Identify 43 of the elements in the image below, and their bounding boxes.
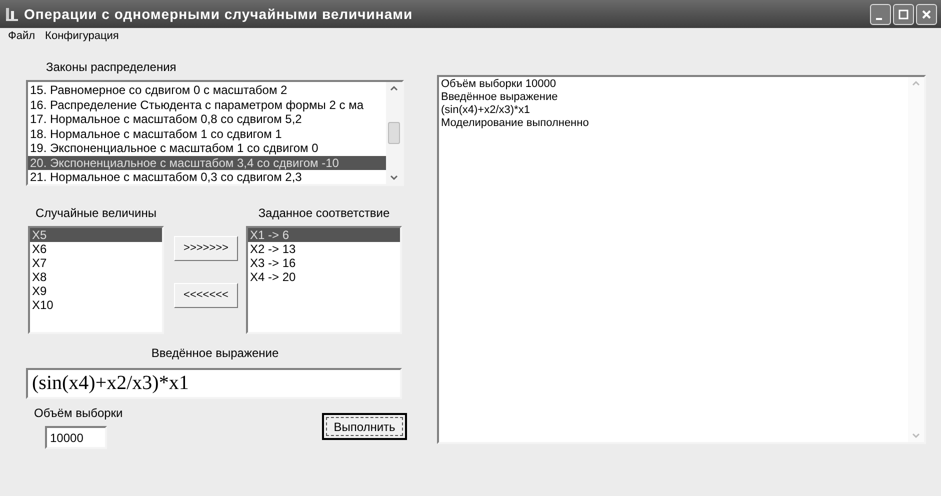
list-label: Заданное соответствие bbox=[258, 205, 390, 222]
list-item[interactable]: X2 -> 13 bbox=[248, 242, 400, 256]
expression-field[interactable]: (sin(x4)+x2/x3)*x1 bbox=[26, 368, 402, 399]
expression-label: Введённое выражение bbox=[151, 345, 279, 362]
close-button[interactable] bbox=[916, 4, 937, 24]
list-label: Законы распределения bbox=[46, 59, 178, 76]
list-item[interactable]: X5 bbox=[30, 228, 162, 242]
list-item[interactable]: 21. Нормальное с масштабом 0,3 со сдвигом 2,3 bbox=[28, 170, 386, 184]
output-line: Объём выборки 10000 bbox=[441, 78, 557, 91]
minimize-icon bbox=[876, 18, 882, 20]
list-item[interactable]: X8 bbox=[30, 270, 162, 284]
scrollbar[interactable] bbox=[386, 82, 402, 184]
list-item[interactable]: X6 bbox=[30, 242, 162, 256]
remove-button[interactable]: <<<<<<< bbox=[174, 283, 238, 308]
app-icon bbox=[4, 6, 20, 22]
close-icon bbox=[921, 8, 932, 20]
list-item[interactable]: X7 bbox=[30, 256, 162, 270]
list-item[interactable]: X9 bbox=[30, 284, 162, 298]
scroll-thumb[interactable] bbox=[388, 122, 400, 144]
list-item[interactable]: 20. Экспоненциальное с масштабом 3,4 со сдвигом -10 bbox=[28, 156, 386, 170]
menu-item[interactable]: Конфигурация bbox=[45, 28, 119, 44]
list-item[interactable]: X4 -> 20 bbox=[248, 270, 400, 284]
maximize-icon bbox=[898, 8, 909, 20]
add-button[interactable]: >>>>>>> bbox=[174, 236, 238, 261]
sample-size-field[interactable]: 10000 bbox=[45, 426, 107, 449]
list-item[interactable]: 19. Экспоненциальное с масштабом 1 со сдвигом 0 bbox=[28, 141, 386, 156]
list-item[interactable]: 15. Равномерное со сдвигом 0 с масштабом 2 bbox=[28, 83, 386, 98]
list-item[interactable]: 17. Нормальное с масштабом 0,8 со сдвигом 5,2 bbox=[28, 112, 386, 126]
sample-size-label: Объём выборки bbox=[34, 405, 123, 422]
list-label: Случайные величины bbox=[36, 205, 156, 222]
output-line: (sin(x4)+x2/x3)*x1 bbox=[441, 104, 531, 117]
list-item[interactable]: X3 -> 16 bbox=[248, 256, 400, 270]
menu-item[interactable]: Файл bbox=[8, 28, 36, 44]
minimize-button[interactable] bbox=[870, 4, 891, 24]
output-line: Моделирование выполненно bbox=[441, 117, 590, 130]
list-item[interactable]: X10 bbox=[30, 298, 162, 312]
window-title: Операции с одномерными случайными величинами bbox=[24, 4, 413, 24]
list-item[interactable]: X1 -> 6 bbox=[248, 228, 400, 242]
output-line: Введённое выражение bbox=[441, 91, 559, 104]
list-item[interactable]: 18. Нормальное с масштабом 1 со сдвигом 1 bbox=[28, 126, 386, 141]
run-button[interactable]: Выполнить bbox=[322, 413, 407, 440]
list-item[interactable]: 16. Распределение Стьюдента с параметром формы 2 с ма bbox=[28, 98, 386, 112]
maximize-button[interactable] bbox=[893, 4, 914, 24]
